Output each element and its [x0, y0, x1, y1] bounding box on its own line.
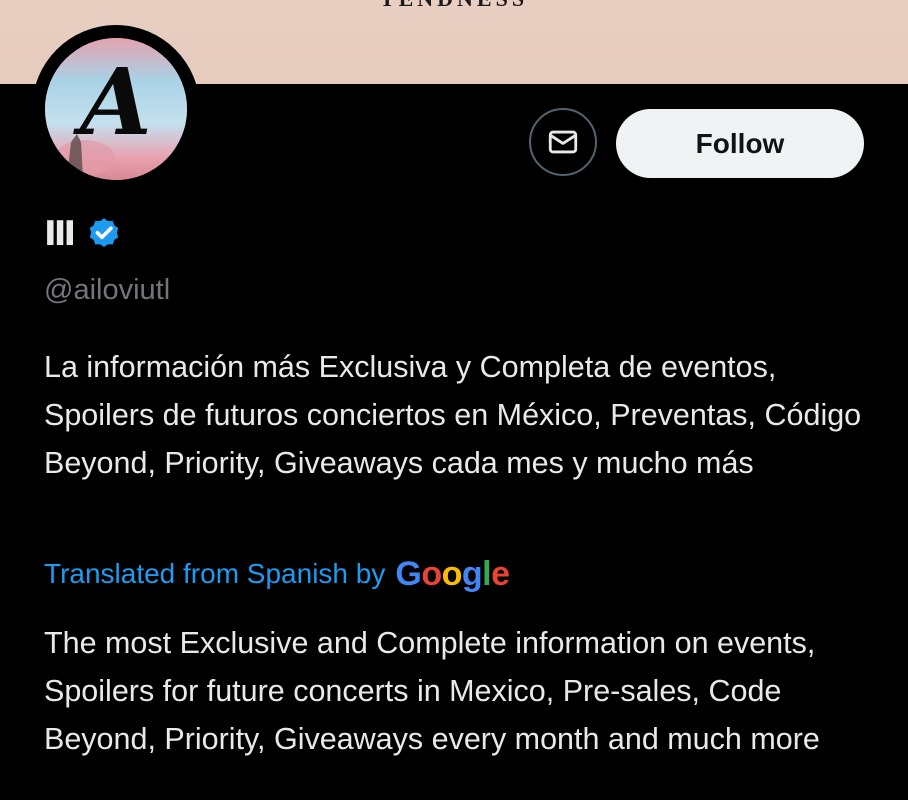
avatar-image: A: [45, 38, 187, 180]
message-button[interactable]: [529, 108, 597, 176]
translated-bio: The most Exclusive and Complete informat…: [44, 626, 820, 756]
follow-button[interactable]: Follow: [616, 109, 864, 178]
profile-bio: La información más Exclusiva y Completa …: [44, 350, 862, 480]
avatar-letter: A: [72, 48, 151, 156]
display-name: Ⅲ: [44, 214, 77, 254]
google-logo: Google: [395, 554, 510, 593]
profile-handle: @ailoviutl: [44, 274, 171, 306]
banner-text: TENDNESS: [0, 0, 908, 12]
mail-icon: [548, 130, 578, 154]
translated-label: Translated from Spanish by: [44, 558, 386, 589]
verified-badge-icon[interactable]: [86, 216, 122, 252]
avatar[interactable]: A: [45, 38, 187, 180]
name-row: Ⅲ: [44, 212, 122, 256]
translation-attribution[interactable]: Translated from Spanish by Google: [44, 552, 510, 596]
profile-page: TENDNESS A Follow Ⅲ: [0, 0, 908, 800]
